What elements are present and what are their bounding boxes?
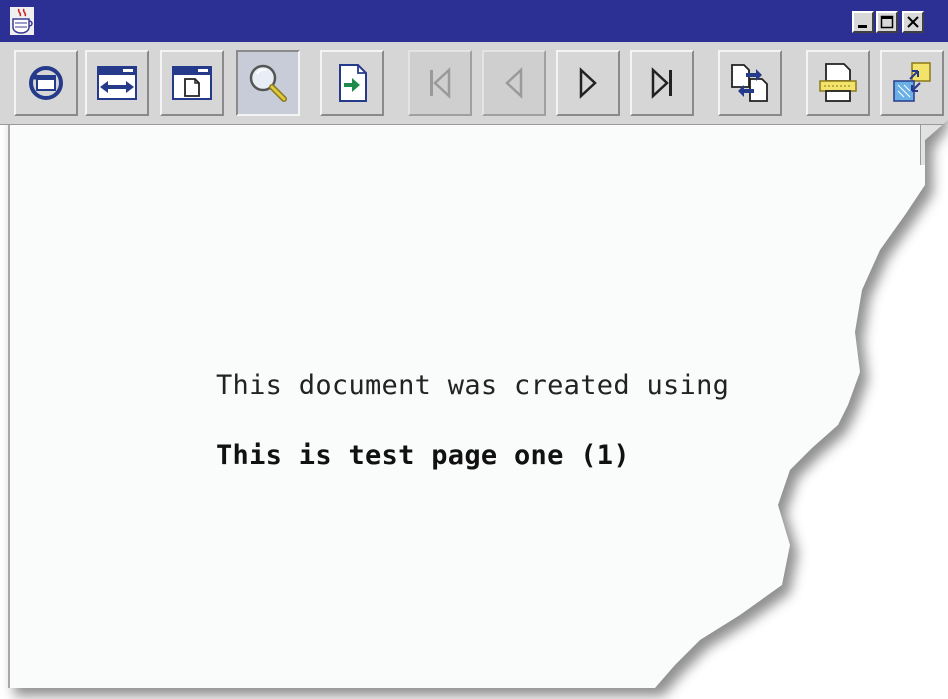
- refresh-page-icon: [29, 66, 63, 100]
- go-to-page-icon: [339, 64, 367, 102]
- printer-icon: [819, 63, 857, 102]
- last-page-icon: [651, 67, 672, 99]
- export-button[interactable]: [880, 50, 944, 116]
- screenshot: This document was created using This is …: [0, 0, 948, 699]
- maximize-button[interactable]: [876, 11, 898, 33]
- next-page-icon: [579, 67, 597, 99]
- page-layout-button[interactable]: [718, 50, 782, 116]
- minimize-button[interactable]: [852, 11, 874, 33]
- title-bar[interactable]: [0, 0, 948, 42]
- close-icon: [907, 16, 919, 28]
- first-page-icon: [430, 67, 451, 99]
- close-button[interactable]: [902, 11, 924, 33]
- next-page-button[interactable]: [556, 50, 620, 116]
- toolbar: [0, 42, 948, 125]
- refresh-button[interactable]: [14, 50, 78, 116]
- go-to-page-button[interactable]: [320, 50, 384, 116]
- zoom-button[interactable]: [236, 50, 300, 116]
- fit-width-button[interactable]: [85, 50, 149, 116]
- magnifier-icon: [249, 64, 287, 102]
- previous-page-icon: [505, 67, 523, 99]
- fit-page-icon: [172, 66, 212, 100]
- fit-page-button[interactable]: [160, 50, 224, 116]
- export-icon: [893, 62, 931, 102]
- maximize-icon: [880, 15, 894, 29]
- page-layout-icon: [731, 64, 768, 102]
- fit-width-icon: [97, 66, 137, 100]
- previous-page-button[interactable]: [482, 50, 546, 116]
- minimize-icon: [858, 25, 867, 28]
- first-page-button[interactable]: [408, 50, 472, 116]
- document-text-line-1: This document was created using: [216, 370, 730, 401]
- document-text-line-2: This is test page one (1): [216, 440, 630, 471]
- last-page-button[interactable]: [630, 50, 694, 116]
- java-cup-icon: [10, 7, 34, 35]
- print-button[interactable]: [806, 50, 870, 116]
